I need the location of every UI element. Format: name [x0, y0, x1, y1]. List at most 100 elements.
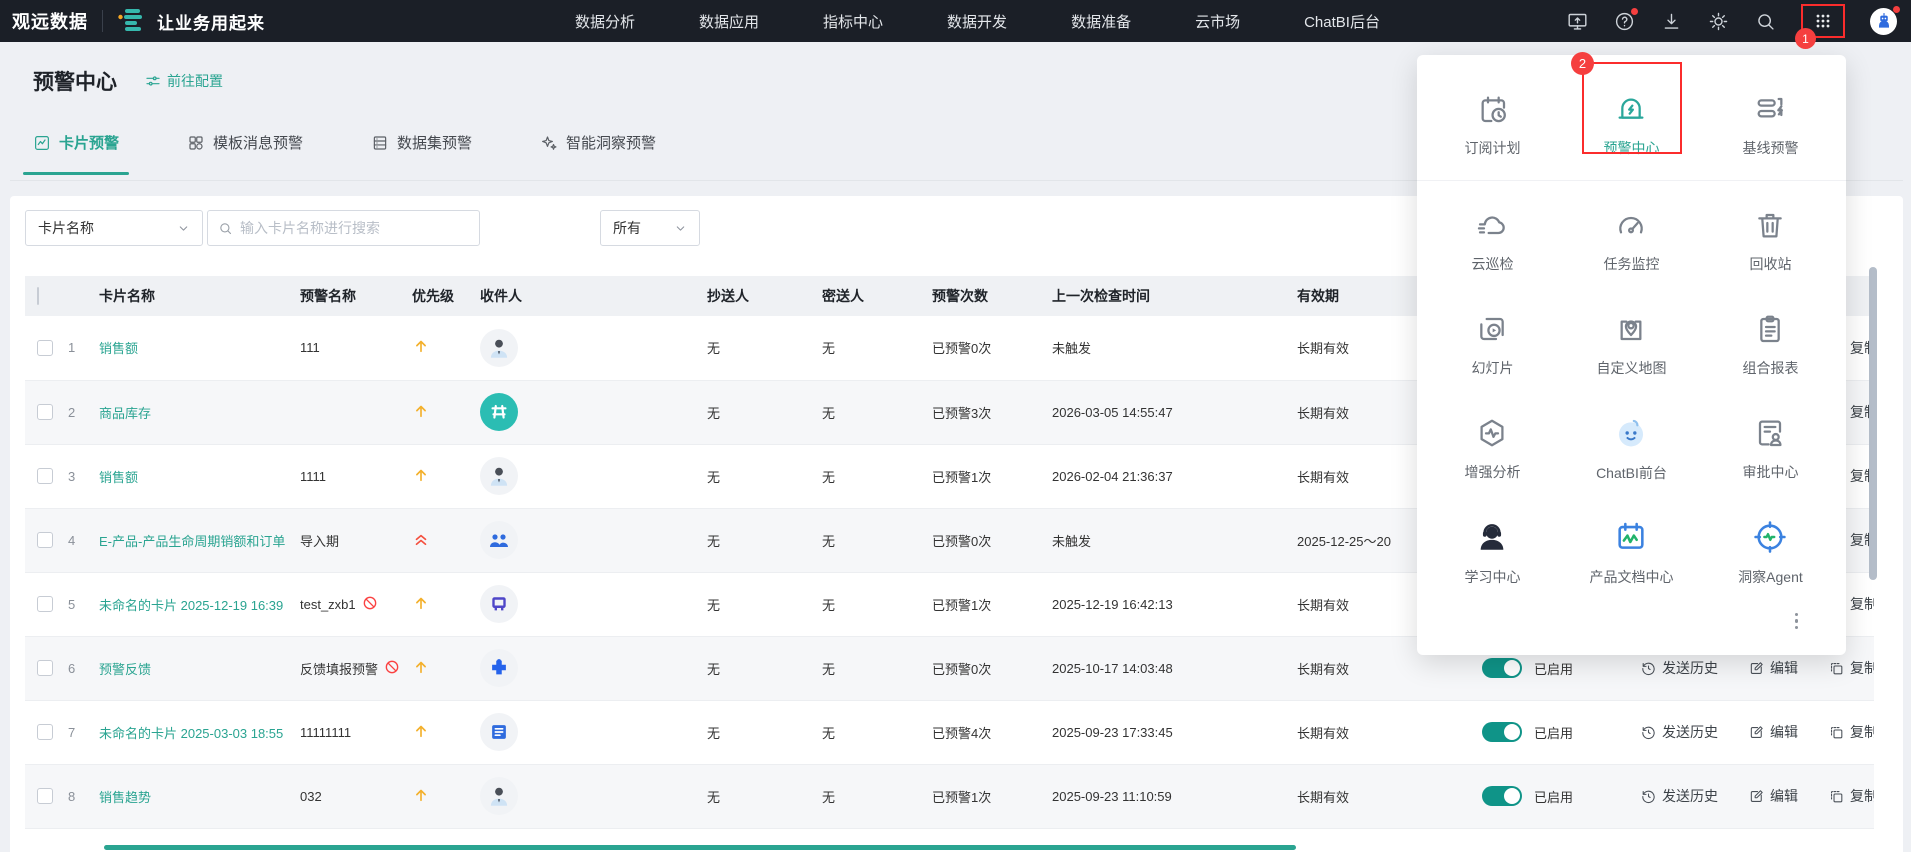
row-checkbox[interactable]	[37, 724, 53, 740]
row-checkbox[interactable]	[37, 660, 53, 676]
app-item-custom-map[interactable]: 自定义地图	[1562, 293, 1701, 397]
scope-select[interactable]: 所有	[600, 210, 700, 246]
menu-item-data-analysis[interactable]: 数据分析	[575, 11, 635, 32]
user-avatar[interactable]	[1870, 5, 1900, 35]
tab-card-alert[interactable]: 卡片预警	[22, 132, 130, 175]
sparkle-icon	[542, 135, 557, 150]
card-name-link[interactable]: 预警反馈	[99, 662, 151, 677]
main-menu: 数据分析 数据应用 指标中心 数据开发 数据准备 云市场 ChatBI后台	[575, 11, 1380, 32]
enabled-toggle[interactable]	[1482, 658, 1522, 678]
menu-item-data-prep[interactable]: 数据准备	[1071, 11, 1131, 32]
card-name-link[interactable]: 销售额	[99, 470, 138, 485]
app-item-chatbi-front[interactable]: ChatBI前台	[1562, 397, 1701, 501]
app-item-subscription-plan[interactable]: 订阅计划	[1423, 71, 1562, 180]
page-title: 预警中心	[33, 71, 117, 94]
edit-button[interactable]: 编辑	[1748, 722, 1798, 742]
copy-button[interactable]: 复制	[1828, 722, 1874, 742]
tab-dataset-alert[interactable]: 数据集预警	[371, 132, 472, 175]
tab-template-message-alert[interactable]: 模板消息预警	[187, 132, 303, 175]
brand-name: 观远数据	[12, 12, 88, 32]
screen-share-icon[interactable]	[1566, 10, 1588, 32]
edit-button[interactable]: 编辑	[1748, 658, 1798, 678]
row-checkbox[interactable]	[37, 532, 53, 548]
search-input[interactable]	[240, 220, 450, 236]
menu-item-chatbi-admin[interactable]: ChatBI后台	[1304, 11, 1380, 32]
priority-up-icon	[412, 597, 430, 615]
priority-double-up-icon	[412, 534, 430, 551]
subscription-plan-icon	[1482, 96, 1507, 123]
app-item-learning-center[interactable]: 学习中心	[1423, 501, 1562, 605]
search-icon[interactable]	[1754, 10, 1776, 32]
notification-dot	[1631, 8, 1638, 15]
augmented-analytics-icon	[1480, 419, 1505, 446]
menu-item-data-apps[interactable]: 数据应用	[699, 11, 759, 32]
app-item-baseline-alert[interactable]: 基线预警	[1701, 71, 1840, 180]
send-history-button[interactable]: 发送历史	[1640, 658, 1718, 678]
brand-logo-icon	[117, 7, 147, 35]
sliders-icon	[146, 76, 160, 86]
vertical-scrollbar-thumb[interactable]	[1869, 267, 1877, 580]
send-history-button[interactable]: 发送历史	[1640, 722, 1718, 742]
menu-item-data-dev[interactable]: 数据开发	[947, 11, 1007, 32]
app-item-combined-report[interactable]: 组合报表	[1701, 293, 1840, 397]
field-select[interactable]: 卡片名称	[25, 210, 203, 246]
settings-gear-icon[interactable]	[1707, 10, 1729, 32]
menu-item-metric-center[interactable]: 指标中心	[823, 11, 883, 32]
card-chart-icon	[35, 135, 49, 150]
recipient-avatar-person-photo	[480, 457, 518, 495]
send-history-button[interactable]: 发送历史	[1640, 786, 1718, 806]
apps-grid-button[interactable]: 1	[1795, 4, 1845, 49]
card-name-link[interactable]: 销售额	[99, 341, 138, 356]
row-checkbox[interactable]	[37, 788, 53, 804]
card-name-link[interactable]: 未命名的卡片 2025-03-03 18:55	[99, 726, 283, 741]
card-name-link[interactable]: 销售趋势	[99, 790, 151, 805]
copy-button[interactable]: 复制	[1828, 658, 1874, 678]
apps-launcher-panel: 订阅计划 预警中心 2 基线预警 云巡检 任务监控 回收站 幻灯片 自定义地图 …	[1417, 52, 1846, 655]
cloud-inspection-icon	[1478, 215, 1506, 234]
app-item-task-monitor[interactable]: 任务监控	[1562, 189, 1701, 293]
edit-pencil-icon	[1750, 725, 1763, 738]
priority-up-icon	[412, 789, 430, 807]
app-item-approval-center[interactable]: 审批中心	[1701, 397, 1840, 501]
nav-divider	[102, 10, 103, 32]
app-item-cloud-inspection[interactable]: 云巡检	[1423, 189, 1562, 293]
insight-agent-icon	[1754, 520, 1787, 553]
panel-more-button[interactable]	[1791, 609, 1803, 634]
blocked-icon	[384, 659, 400, 678]
copy-button[interactable]: 复制	[1828, 786, 1874, 806]
tab-insight-alert[interactable]: 智能洞察预警	[540, 132, 656, 175]
row-checkbox[interactable]	[37, 468, 53, 484]
help-icon[interactable]	[1613, 8, 1638, 32]
edit-button[interactable]: 编辑	[1748, 786, 1798, 806]
app-item-insight-agent[interactable]: 洞察Agent	[1701, 501, 1840, 605]
enabled-toggle[interactable]	[1482, 722, 1522, 742]
app-item-slideshow[interactable]: 幻灯片	[1423, 293, 1562, 397]
product-docs-icon	[1618, 522, 1645, 549]
enabled-toggle[interactable]	[1482, 786, 1522, 806]
go-to-config-link[interactable]: 前往配置	[145, 71, 223, 91]
app-item-recycle-bin[interactable]: 回收站	[1701, 189, 1840, 293]
copy-icon	[1831, 726, 1843, 738]
history-icon	[1642, 726, 1655, 739]
app-item-product-docs[interactable]: 产品文档中心	[1562, 501, 1701, 605]
alert-center-step-badge: 2	[1570, 52, 1594, 75]
app-item-augmented-analytics[interactable]: 增强分析	[1423, 397, 1562, 501]
copy-icon	[1831, 662, 1843, 674]
app-item-alert-center[interactable]: 预警中心 2	[1562, 52, 1701, 180]
card-search-box	[207, 210, 480, 246]
row-checkbox[interactable]	[37, 339, 53, 356]
card-name-link[interactable]: 未命名的卡片 2025-12-19 16:39	[99, 598, 283, 613]
baseline-alert-icon	[1757, 97, 1784, 118]
download-icon[interactable]	[1660, 10, 1682, 32]
card-name-link[interactable]: E-产品-产品生命周期销额和订单	[99, 534, 285, 549]
blocked-icon	[362, 595, 378, 614]
menu-item-cloud-market[interactable]: 云市场	[1195, 11, 1240, 32]
search-icon	[220, 222, 232, 234]
row-checkbox[interactable]	[37, 596, 53, 612]
horizontal-scrollbar-thumb[interactable]	[104, 845, 1296, 850]
row-checkbox[interactable]	[37, 404, 53, 420]
slideshow-icon	[1480, 317, 1505, 340]
card-name-link[interactable]: 商品库存	[99, 406, 151, 421]
top-navbar: 观远数据 让业务用起来 数据分析 数据应用 指标中心 数据开发 数据准备 云市场…	[0, 0, 1911, 49]
select-all-checkbox[interactable]	[37, 287, 39, 305]
